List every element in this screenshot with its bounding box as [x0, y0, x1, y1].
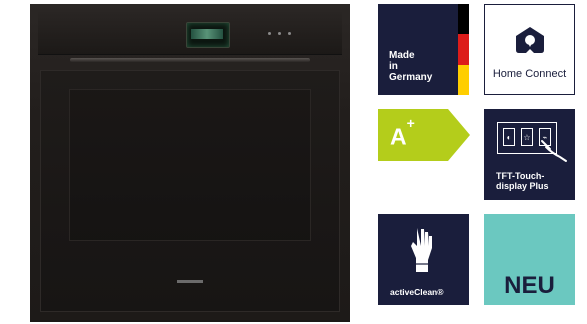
home-connect-icon [516, 27, 544, 53]
flag-stripe-red [458, 34, 469, 65]
energy-class-badge: A+ [378, 109, 470, 161]
energy-grade-letter: A [390, 123, 407, 150]
flag-stripe-black [458, 4, 469, 34]
oven-display [186, 22, 230, 48]
made-in-germany-badge: Made in Germany [378, 4, 469, 95]
pointing-hand-icon [541, 140, 567, 162]
new-label: NEU [504, 272, 555, 299]
oven-brand-logo [177, 280, 203, 283]
tft-line1: TFT-Touch- [496, 171, 545, 181]
oven-handle [70, 58, 310, 62]
active-clean-badge: activeClean® [378, 214, 469, 305]
control-light [278, 32, 281, 35]
tft-label: TFT-Touch- display Plus [496, 171, 549, 191]
control-light [268, 32, 271, 35]
in-line: in [389, 61, 398, 72]
oven-image [30, 4, 350, 322]
oven-door [40, 70, 340, 312]
made-line: Made [389, 50, 415, 61]
home-connect-badge: Home Connect [484, 4, 575, 95]
home-connect-label: Home Connect [492, 68, 567, 80]
active-clean-label: activeClean® [390, 287, 444, 297]
energy-grade: A+ [390, 115, 415, 151]
energy-grade-plus: + [406, 115, 415, 131]
oven-window [69, 89, 311, 241]
display-cell-icon: ☆ [521, 128, 533, 146]
tft-display-badge: ◐ ☆ ⌁ TFT-Touch- display Plus [484, 109, 575, 200]
control-light [288, 32, 291, 35]
glove-icon [411, 228, 432, 272]
tft-line2: display Plus [496, 181, 549, 191]
flag-stripe-gold [458, 65, 469, 95]
display-cell-icon: ◐ [503, 128, 515, 146]
new-badge: NEU [484, 214, 575, 305]
made-in-germany-text: Made in Germany [389, 50, 432, 83]
germany-line: Germany [389, 72, 433, 83]
oven-control-panel [38, 10, 342, 55]
